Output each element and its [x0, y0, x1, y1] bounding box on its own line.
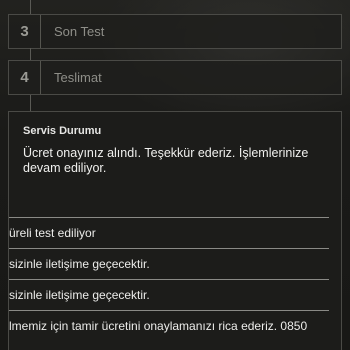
log-entry-text: sizinle iletişime geçecektir.	[9, 288, 150, 302]
log-entry-text: sizinle iletişime geçecektir.	[9, 257, 150, 271]
log-entry: üreli test ediliyor	[9, 217, 329, 248]
timeline-connector	[30, 95, 31, 111]
step-label: Teslimat	[54, 70, 102, 85]
step-number: 3	[9, 15, 41, 48]
log-entry: lmemiz için tamir ücretini onaylamanızı …	[9, 310, 329, 341]
status-message: Ücret onayınız alındı. Teşekkür ederiz. …	[23, 146, 309, 175]
log-entry: sizinle iletişime geçecektir.	[9, 279, 329, 310]
timeline-connector	[30, 0, 31, 14]
step-label: Son Test	[54, 24, 105, 39]
step-teslimat: 4 Teslimat	[8, 60, 342, 95]
status-log-list: üreli test ediliyor sizinle iletişime ge…	[9, 217, 329, 341]
timeline-connector	[30, 48, 31, 60]
log-entry: sizinle iletişime geçecektir.	[9, 248, 329, 279]
step-number: 4	[9, 61, 41, 94]
step-son-test: 3 Son Test	[8, 14, 342, 49]
service-status-panel: Servis Durumu Ücret onayınız alındı. Teş…	[8, 111, 342, 350]
log-entry-text: lmemiz için tamir ücretini onaylamanızı …	[9, 319, 308, 333]
panel-title: Servis Durumu	[23, 125, 102, 137]
log-entry-text: üreli test ediliyor	[9, 226, 96, 240]
